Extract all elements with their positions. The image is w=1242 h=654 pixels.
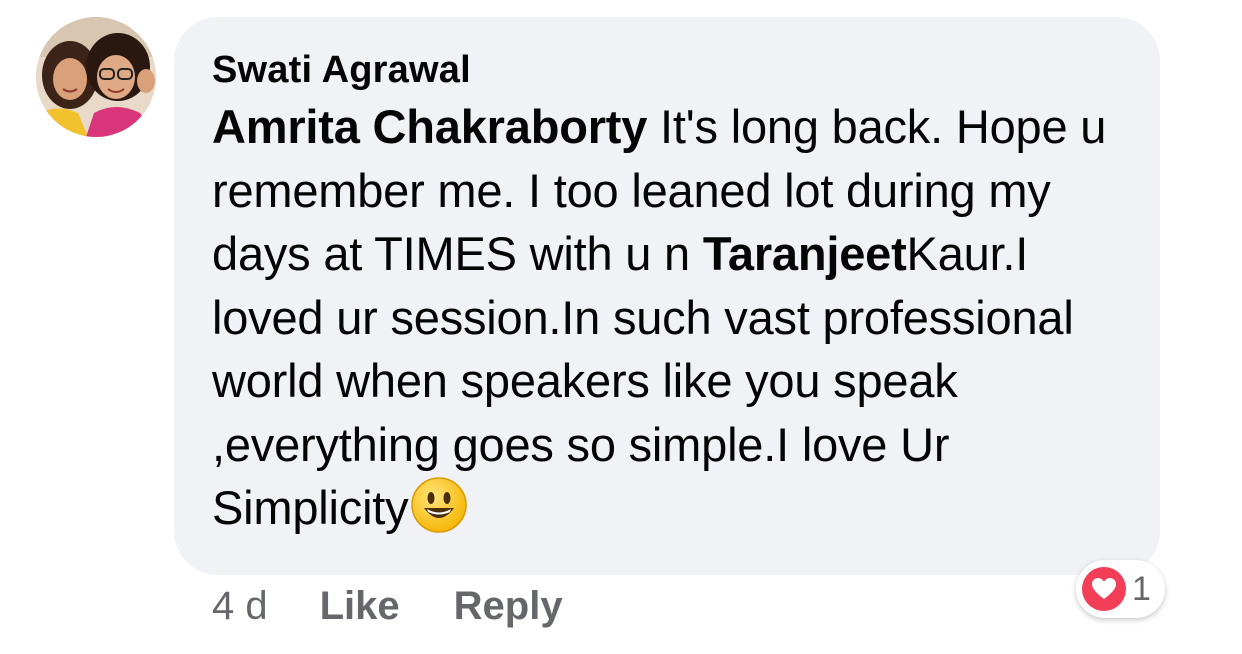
comment-timestamp[interactable]: 4 d xyxy=(212,584,268,629)
reaction-count: 1 xyxy=(1132,569,1151,608)
like-button[interactable]: Like xyxy=(320,584,400,629)
reply-button[interactable]: Reply xyxy=(454,584,563,629)
reaction-summary[interactable]: 1 xyxy=(1076,560,1165,618)
comment-author[interactable]: Swati Agrawal xyxy=(212,47,1120,93)
comment-text: Amrita Chakraborty It's long back. Hope … xyxy=(212,95,1120,540)
heart-icon xyxy=(1082,567,1126,611)
comment-bubble: Swati Agrawal Amrita Chakraborty It's lo… xyxy=(174,17,1160,575)
smiley-emoji-icon xyxy=(410,476,468,534)
avatar-photo xyxy=(36,17,156,137)
mention-link[interactable]: Taranjeet xyxy=(703,227,907,280)
mention-link[interactable]: Amrita Chakraborty xyxy=(212,100,647,153)
avatar[interactable] xyxy=(36,17,156,137)
comment-actions: 4 d Like Reply xyxy=(212,584,617,629)
